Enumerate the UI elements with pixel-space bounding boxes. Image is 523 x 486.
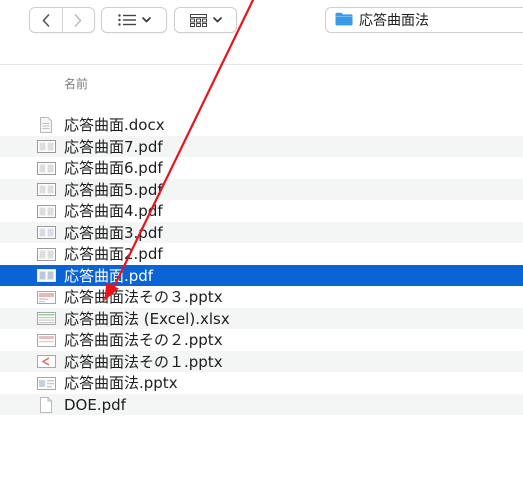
list-item[interactable]: 応答曲面5.pdf [0, 178, 523, 200]
list-item[interactable]: 応答曲面7.pdf [0, 135, 523, 157]
pdf-file-icon [36, 139, 56, 155]
group-view-button[interactable] [174, 7, 237, 33]
list-item[interactable]: 応答曲面法その３.pptx [0, 286, 523, 308]
list-item[interactable]: 応答曲面.docx [0, 114, 523, 136]
pdf-file-icon [36, 182, 56, 198]
file-list: 応答曲面.docx 応答曲面7.pdf 応答曲面6.pdf 応答曲面5.pdf … [0, 114, 523, 415]
file-name: 応答曲面法その３.pptx [64, 288, 223, 306]
file-name: 応答曲面6.pdf [64, 159, 163, 177]
file-name: 応答曲面法 (Excel).xlsx [64, 309, 230, 328]
chevron-left-icon [42, 13, 50, 27]
blank-file-icon [36, 396, 56, 413]
pdf-file-icon [36, 203, 56, 219]
pptx-file-icon [36, 375, 56, 391]
file-name: 応答曲面3.pdf [64, 223, 163, 242]
xlsx-file-icon [36, 311, 56, 327]
file-name: 応答曲面7.pdf [64, 137, 163, 156]
file-name: 応答曲面2.pdf [64, 245, 163, 263]
list-item[interactable]: DOE.pdf [0, 393, 523, 415]
name-column-header[interactable]: 名前 [64, 75, 88, 92]
file-name: 応答曲面.pdf [64, 266, 154, 285]
grid-icon [189, 13, 207, 27]
list-item[interactable]: 応答曲面法その２.pptx [0, 329, 523, 351]
file-name: 応答曲面法その２.pptx [64, 331, 223, 349]
list-item[interactable]: 応答曲面法 (Excel).xlsx [0, 307, 523, 329]
folder-icon [335, 11, 353, 30]
list-item[interactable]: 応答曲面6.pdf [0, 157, 523, 179]
path-title: 応答曲面法 [359, 13, 429, 29]
list-item-selected[interactable]: 応答曲面.pdf [0, 264, 523, 286]
file-name: 応答曲面法その１.pptx [64, 352, 223, 371]
pptx-file-icon [36, 332, 56, 348]
list-item[interactable]: 応答曲面法.pptx [0, 372, 523, 394]
list-item[interactable]: 応答曲面4.pdf [0, 200, 523, 222]
chevron-right-icon [74, 13, 82, 27]
back-button[interactable] [30, 8, 62, 32]
pptx-file-icon [36, 289, 56, 305]
pdf-file-icon [36, 246, 56, 262]
pdf-file-icon [36, 160, 56, 176]
docx-file-icon [36, 117, 56, 133]
pdf-file-icon [36, 225, 56, 241]
path-bar[interactable]: 応答曲面法 [325, 7, 523, 33]
pptx-file-icon [36, 354, 56, 370]
back-forward-group [29, 7, 95, 33]
list-item[interactable]: 応答曲面法その１.pptx [0, 350, 523, 372]
pdf-file-icon [36, 268, 56, 284]
chevron-down-icon [212, 17, 222, 23]
file-name: 応答曲面法.pptx [64, 374, 178, 392]
file-name: 応答曲面5.pdf [64, 180, 163, 199]
column-header: 名前 [0, 64, 523, 99]
list-icon [117, 14, 136, 26]
file-name: 応答曲面4.pdf [64, 202, 163, 220]
list-item[interactable]: 応答曲面2.pdf [0, 243, 523, 265]
forward-button[interactable] [61, 8, 95, 32]
chevron-down-icon [141, 17, 151, 23]
toolbar: 応答曲面法 [0, 0, 523, 40]
list-view-button[interactable] [101, 7, 167, 33]
file-name: 応答曲面.docx [64, 116, 165, 134]
file-name: DOE.pdf [64, 395, 126, 414]
list-item[interactable]: 応答曲面3.pdf [0, 221, 523, 243]
